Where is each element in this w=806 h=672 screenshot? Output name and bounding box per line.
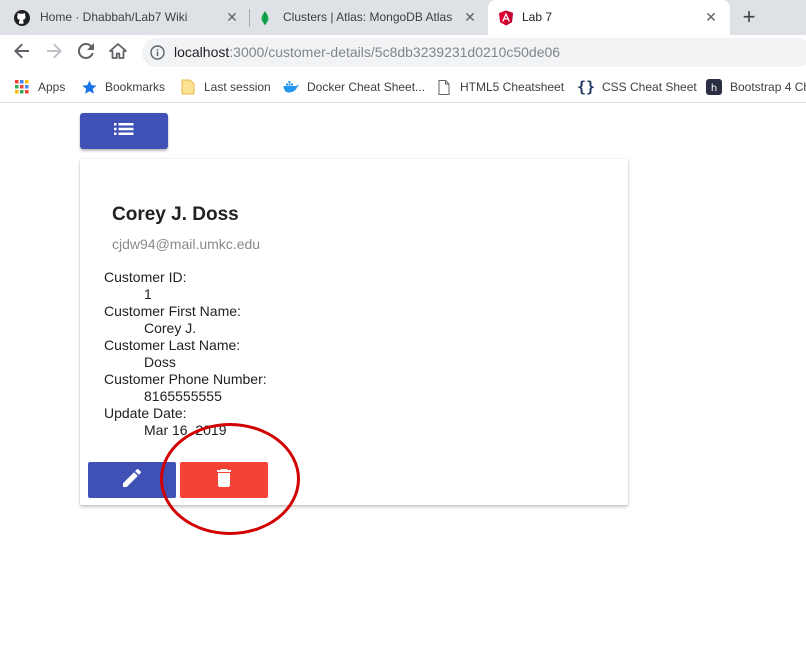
field-label-first-name: Customer First Name: <box>104 303 241 319</box>
forward-arrow-icon <box>46 43 62 64</box>
tab-title: Home · Dhabbah/Lab7 Wiki <box>40 10 188 24</box>
new-tab-button[interactable]: + <box>738 6 760 28</box>
close-tab-icon[interactable]: ✕ <box>703 9 719 25</box>
close-tab-icon[interactable]: ✕ <box>462 9 478 25</box>
bookmark-apps[interactable]: Apps <box>14 77 65 97</box>
address-bar[interactable]: localhost:3000/customer-details/5c8db323… <box>142 38 806 67</box>
svg-text:h: h <box>711 83 717 94</box>
url-path: :3000/customer-details/5c8db3239231d0210… <box>229 44 561 60</box>
reload-button[interactable] <box>72 39 100 67</box>
folder-icon <box>180 79 196 95</box>
field-label-customer-id: Customer ID: <box>104 269 187 285</box>
close-tab-icon[interactable]: ✕ <box>224 9 240 25</box>
field-label-last-name: Customer Last Name: <box>104 337 241 353</box>
home-icon <box>109 42 127 64</box>
home-button[interactable] <box>104 39 132 67</box>
field-value-first-name: Corey J. <box>144 320 197 336</box>
tab-strip: Home · Dhabbah/Lab7 Wiki ✕ Clusters | At… <box>0 0 806 35</box>
customer-list-button[interactable] <box>80 113 168 149</box>
bookmark-css[interactable]: {} CSS Cheat Sheet <box>576 77 697 97</box>
bookmark-last-session[interactable]: Last session <box>180 77 271 97</box>
bookmark-label: HTML5 Cheatsheet <box>460 80 565 94</box>
reload-icon <box>77 42 94 64</box>
apps-grid-icon <box>14 79 30 95</box>
bookmark-label: Apps <box>38 80 66 94</box>
field-label-update-date: Update Date: <box>104 405 187 421</box>
customer-email: cjdw94@mail.umkc.edu <box>112 236 261 252</box>
url-text: localhost:3000/customer-details/5c8db323… <box>174 44 560 60</box>
site-info-icon[interactable] <box>150 45 165 60</box>
customer-name: Corey J. Doss <box>112 204 239 225</box>
tab-title: Clusters | Atlas: MongoDB Atlas <box>283 10 453 24</box>
field-value-customer-id: 1 <box>144 286 152 302</box>
bookmark-bookmarks[interactable]: Bookmarks <box>81 77 165 97</box>
page-icon <box>436 79 452 95</box>
page-content: Corey J. Doss cjdw94@mail.umkc.edu Custo… <box>0 103 806 672</box>
bookmark-bootstrap[interactable]: h Bootstrap 4 Ch <box>706 77 806 97</box>
docker-icon <box>283 79 299 95</box>
browser-toolbar: localhost:3000/customer-details/5c8db323… <box>0 35 806 71</box>
field-value-phone: 8165555555 <box>144 388 222 404</box>
angular-icon <box>498 10 514 26</box>
bookmark-docker[interactable]: Docker Cheat Sheet... <box>283 77 425 97</box>
bookmark-label: Docker Cheat Sheet... <box>307 80 426 94</box>
tab-github-wiki[interactable]: Home · Dhabbah/Lab7 Wiki ✕ <box>0 0 250 35</box>
back-button[interactable] <box>8 39 36 67</box>
tab-title: Lab 7 <box>522 10 553 24</box>
trash-icon <box>217 468 231 492</box>
mongodb-leaf-icon <box>257 10 273 26</box>
bookmarks-bar: Apps Bookmarks Last session Docker Cheat… <box>0 71 806 103</box>
customer-details-list: Customer ID: 1 Customer First Name: Core… <box>104 269 267 439</box>
url-host: localhost <box>174 44 230 60</box>
field-value-update-date: Mar 16, 2019 <box>144 422 227 438</box>
customer-card: Corey J. Doss cjdw94@mail.umkc.edu Custo… <box>80 159 628 505</box>
pencil-icon <box>123 468 141 492</box>
bookmark-label: Bootstrap 4 Ch <box>730 80 806 94</box>
list-icon <box>114 122 134 141</box>
tab-lab7-active[interactable]: Lab 7 ✕ <box>488 0 730 35</box>
bookmark-label: Bookmarks <box>105 80 166 94</box>
tab-mongodb-atlas[interactable]: Clusters | Atlas: MongoDB Atlas ✕ <box>249 0 489 35</box>
delete-button[interactable] <box>180 462 268 498</box>
github-icon <box>14 10 30 26</box>
edit-button[interactable] <box>88 462 176 498</box>
star-icon <box>81 79 97 95</box>
hackerrank-icon: h <box>706 79 722 95</box>
forward-button[interactable] <box>40 39 68 67</box>
field-value-last-name: Doss <box>144 354 176 370</box>
field-label-phone: Customer Phone Number: <box>104 371 267 387</box>
bookmark-label: Last session <box>204 80 271 94</box>
braces-icon: {} <box>576 78 596 96</box>
bookmark-html5[interactable]: HTML5 Cheatsheet <box>436 77 564 97</box>
bookmark-label: CSS Cheat Sheet <box>602 80 697 94</box>
back-arrow-icon <box>14 43 30 64</box>
